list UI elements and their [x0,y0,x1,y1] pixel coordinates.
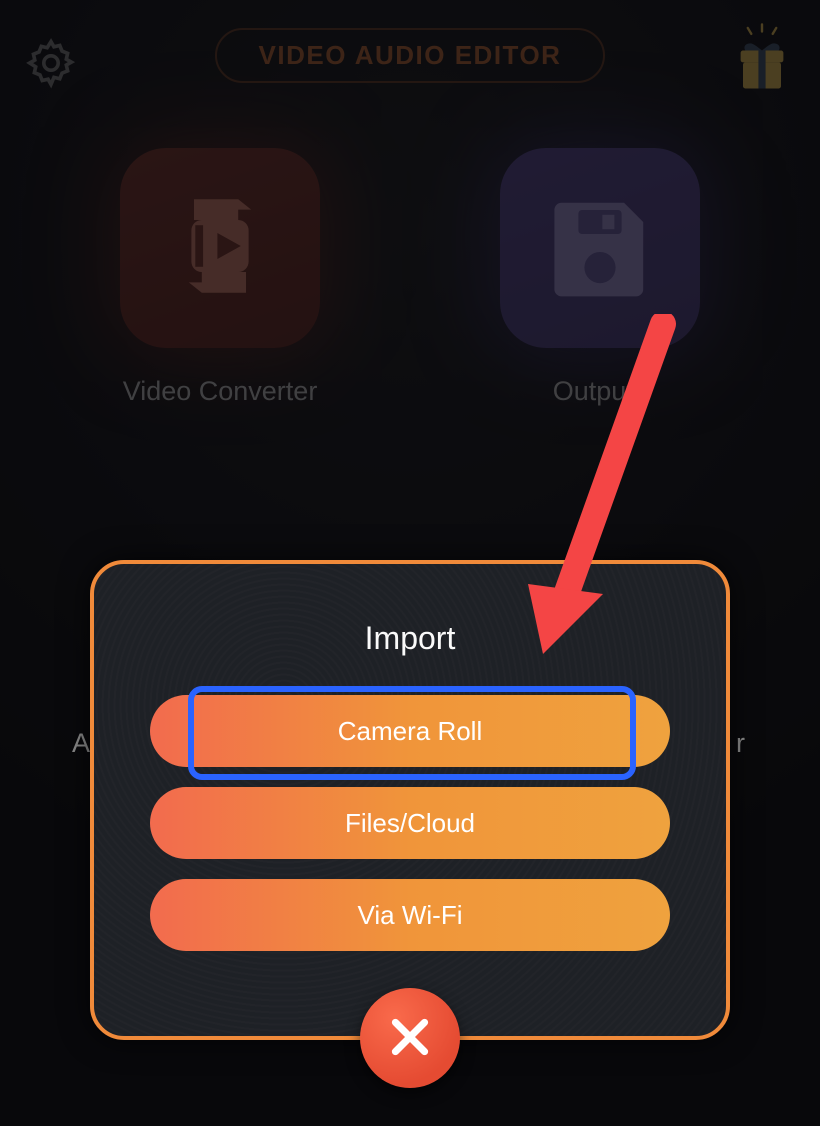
option-files-cloud-label: Files/Cloud [345,808,475,838]
option-camera-roll-label: Camera Roll [338,716,483,746]
import-modal: Import Camera Roll Files/Cloud Via Wi-Fi [90,560,730,1040]
import-modal-title: Import [365,620,456,657]
bg-partial-label-right: r [736,728,745,759]
option-via-wifi-label: Via Wi-Fi [358,900,463,930]
close-icon [385,1012,435,1065]
option-files-cloud[interactable]: Files/Cloud [150,787,670,859]
close-modal-button[interactable] [360,988,460,1088]
option-camera-roll[interactable]: Camera Roll [150,695,670,767]
option-via-wifi[interactable]: Via Wi-Fi [150,879,670,951]
bg-partial-label-left: A [72,728,90,759]
